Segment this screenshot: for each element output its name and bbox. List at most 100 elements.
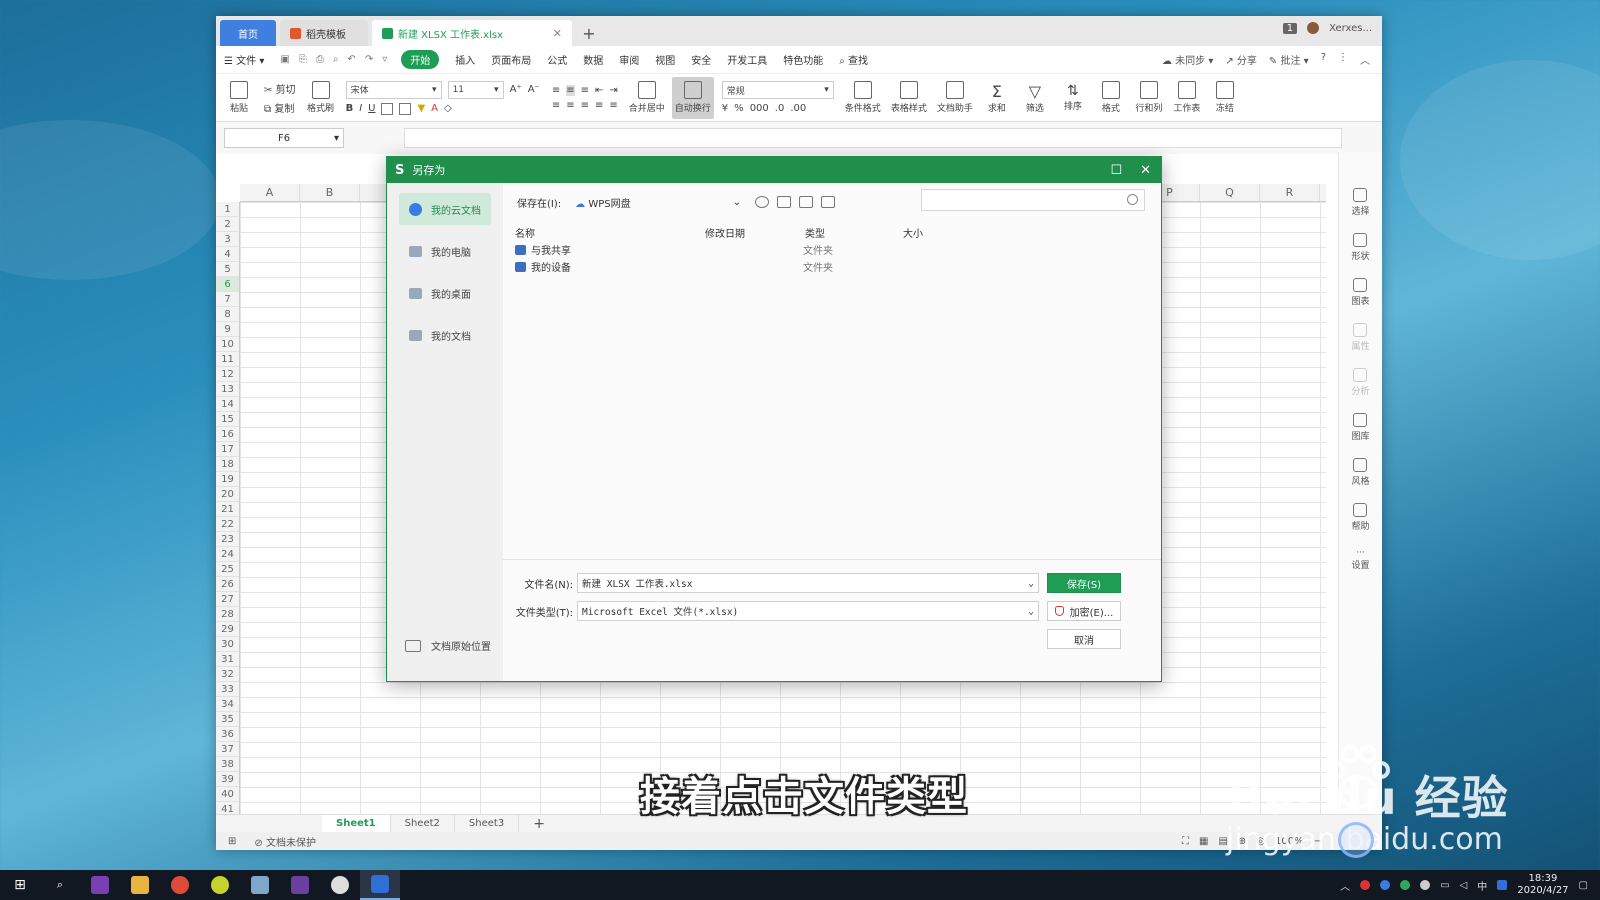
formula-input[interactable]: [404, 128, 1342, 148]
sheet-tab-1[interactable]: Sheet1: [322, 814, 391, 833]
search-taskbar-button[interactable]: ⌕: [40, 870, 80, 900]
close-icon[interactable]: ✕: [1140, 163, 1151, 178]
row-header[interactable]: 2: [216, 217, 239, 232]
app-clock[interactable]: [320, 870, 360, 900]
menu-tab-view[interactable]: 视图: [655, 52, 675, 67]
indent-increase-icon[interactable]: ⇥: [609, 85, 617, 96]
filter-button[interactable]: ▽ 筛选: [1018, 82, 1052, 114]
number-format-select[interactable]: 常规 ▾: [721, 81, 834, 99]
comment-button[interactable]: ✎ 批注 ▾: [1269, 52, 1309, 67]
row-header[interactable]: 28: [216, 607, 239, 622]
tray-app-icon[interactable]: [1497, 880, 1508, 890]
row-header[interactable]: 4: [216, 247, 239, 262]
row-header[interactable]: 35: [216, 712, 239, 727]
row-header[interactable]: 31: [216, 652, 239, 667]
currency-icon[interactable]: ¥: [722, 103, 728, 114]
side-settings[interactable]: ··· 设置: [1351, 548, 1369, 571]
distribute-icon[interactable]: ≡: [609, 100, 617, 111]
align-center-icon[interactable]: ≡: [566, 100, 574, 111]
back-icon[interactable]: [755, 196, 770, 208]
share-button[interactable]: ↗ 分享: [1225, 52, 1257, 67]
column-name[interactable]: 名称: [515, 225, 705, 240]
sidebar-item-my-computer[interactable]: 我的电脑: [399, 235, 491, 267]
app-notes[interactable]: [240, 870, 280, 900]
window-count-badge[interactable]: 1: [1282, 22, 1298, 34]
preview-icon[interactable]: ⌕: [333, 54, 339, 65]
file-explorer-app[interactable]: [120, 870, 160, 900]
sheet-tab-2[interactable]: Sheet2: [391, 814, 455, 833]
print-icon[interactable]: ⎙: [316, 54, 324, 65]
row-header[interactable]: 14: [216, 397, 239, 412]
align-bottom-icon[interactable]: ≡: [581, 85, 589, 96]
row-header[interactable]: 7: [216, 292, 239, 307]
clear-format-icon[interactable]: ◇: [444, 103, 452, 114]
row-header[interactable]: 40: [216, 787, 239, 802]
side-shape[interactable]: 形状: [1351, 233, 1370, 262]
collapse-ribbon-icon[interactable]: ︿: [1360, 52, 1370, 67]
font-size-select[interactable]: 11 ▾: [447, 80, 504, 99]
worksheet-button[interactable]: 工作表: [1170, 81, 1204, 114]
save-in-select[interactable]: ☁ WPS网盘 ⌄: [569, 193, 747, 211]
side-analysis[interactable]: 分析: [1351, 368, 1370, 397]
row-header[interactable]: 29: [216, 622, 239, 637]
menu-tab-start[interactable]: 开始: [401, 50, 440, 69]
redo-icon[interactable]: ↷: [365, 54, 373, 65]
row-header[interactable]: 41: [216, 802, 239, 814]
format-painter-button[interactable]: 格式刷: [304, 81, 338, 114]
row-header[interactable]: 19: [216, 472, 239, 487]
italic-icon[interactable]: I: [359, 103, 362, 114]
fill-icon[interactable]: [399, 102, 412, 115]
column-type[interactable]: 类型: [805, 225, 903, 240]
normal-view-icon[interactable]: ▦: [1199, 836, 1208, 847]
tray-app-icon[interactable]: [1420, 880, 1431, 890]
column-date[interactable]: 修改日期: [705, 225, 805, 240]
side-help[interactable]: 帮助: [1351, 503, 1370, 532]
freeze-button[interactable]: 冻结: [1208, 81, 1242, 114]
tray-app-icon[interactable]: [1360, 880, 1371, 890]
column-header[interactable]: Q: [1200, 184, 1260, 201]
row-header[interactable]: 13: [216, 382, 239, 397]
decrease-font-icon[interactable]: A⁻: [528, 84, 540, 95]
column-size[interactable]: 大小: [903, 225, 999, 240]
menu-tab-insert[interactable]: 插入: [455, 52, 475, 67]
sidebar-item-cloud-docs[interactable]: 我的云文档: [399, 193, 491, 225]
fullscreen-icon[interactable]: ⛶: [1182, 836, 1189, 847]
save-button[interactable]: 保存(S): [1047, 573, 1121, 593]
name-box[interactable]: F6 ▾: [224, 128, 344, 148]
row-header[interactable]: 30: [216, 637, 239, 652]
font-family-select[interactable]: 宋体 ▾: [345, 80, 442, 99]
list-item[interactable]: 与我共享 文件夹: [503, 241, 1161, 258]
row-header[interactable]: 21: [216, 502, 239, 517]
customize-icon[interactable]: ▿: [382, 54, 387, 65]
row-header[interactable]: 10: [216, 337, 239, 352]
align-left-icon[interactable]: ≡: [552, 100, 560, 111]
chrome-app[interactable]: [160, 870, 200, 900]
sidebar-item-documents[interactable]: 我的文档: [399, 319, 491, 351]
align-right-icon[interactable]: ≡: [581, 100, 589, 111]
row-header[interactable]: 9: [216, 322, 239, 337]
new-folder-icon[interactable]: [799, 196, 814, 208]
clock[interactable]: 18:39 2020/4/27: [1517, 873, 1568, 897]
sidebar-item-desktop[interactable]: 我的桌面: [399, 277, 491, 309]
tab-home[interactable]: 首页: [220, 20, 276, 46]
sum-button[interactable]: Σ 求和: [980, 82, 1014, 114]
align-middle-icon[interactable]: ≡: [566, 84, 575, 96]
column-header[interactable]: R: [1260, 184, 1320, 201]
search-icon[interactable]: [1127, 194, 1138, 205]
row-header[interactable]: 17: [216, 442, 239, 457]
cancel-button[interactable]: 取消: [1047, 629, 1121, 649]
view-mode-icon[interactable]: [821, 196, 836, 208]
justify-icon[interactable]: ≡: [595, 100, 603, 111]
decrease-decimal-icon[interactable]: .00: [790, 103, 806, 114]
align-top-icon[interactable]: ≡: [552, 85, 560, 96]
menu-tab-features[interactable]: 特色功能: [783, 52, 823, 67]
tab-document[interactable]: 新建 XLSX 工作表.xlsx ✕: [372, 20, 572, 46]
encrypt-button[interactable]: 加密(E)...: [1047, 601, 1121, 621]
volume-icon[interactable]: ◁: [1460, 880, 1468, 891]
side-chart[interactable]: 图表: [1351, 278, 1370, 307]
notification-icon[interactable]: ▢: [1579, 880, 1588, 891]
chevron-down-icon[interactable]: ⌄: [1028, 578, 1034, 589]
row-header[interactable]: 20: [216, 487, 239, 502]
row-header[interactable]: 39: [216, 772, 239, 787]
side-select[interactable]: 选择: [1351, 188, 1370, 217]
